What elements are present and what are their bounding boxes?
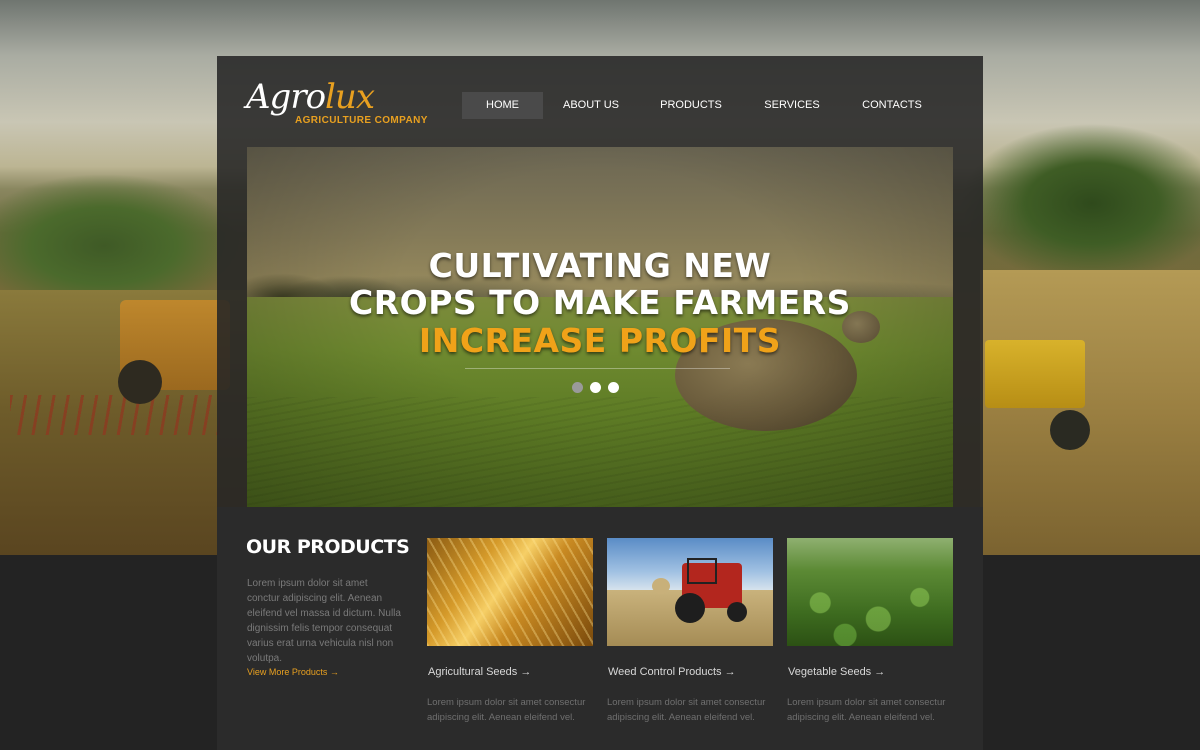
logo-wordmark: Agrolux: [246, 77, 375, 117]
slider-dot-2[interactable]: [590, 382, 601, 393]
product-title-link[interactable]: Agricultural Seeds →: [428, 666, 531, 678]
hero-slider: CULTIVATING NEW CROPS TO MAKE FARMERS IN…: [247, 147, 953, 507]
logo[interactable]: Agrolux AGRICULTURE COMPANY: [246, 77, 428, 128]
product-card-agricultural-seeds: Agricultural Seeds → Lorem ipsum dolor s…: [427, 538, 593, 723]
tractor-image-front-wheel: [727, 602, 747, 622]
product-image-vegetables[interactable]: [787, 538, 953, 646]
main-nav: HOME ABOUT US PRODUCTS SERVICES CONTACTS: [462, 92, 943, 119]
product-card-weed-control: Weed Control Products → Lorem ipsum dolo…: [607, 538, 773, 723]
nav-home[interactable]: HOME: [462, 92, 543, 119]
background-hay-rake: [10, 395, 220, 435]
product-description: Lorem ipsum dolor sit amet consectur adi…: [787, 697, 946, 723]
product-image-wheat[interactable]: [427, 538, 593, 646]
logo-tagline: AGRICULTURE COMPANY: [295, 115, 428, 126]
hero-headline-line1: CULTIVATING NEW: [428, 246, 772, 285]
product-title-link[interactable]: Vegetable Seeds →: [788, 666, 885, 678]
tractor-image-bale: [652, 578, 670, 594]
hero-headline-accent: INCREASE PROFITS: [418, 321, 782, 360]
products-intro-text: Lorem ipsum dolor sit amet conctur adipi…: [247, 578, 401, 664]
background-field-right: [980, 270, 1200, 555]
logo-wordmark-accent: lux: [325, 77, 375, 117]
product-card-vegetable-seeds: Vegetable Seeds → Lorem ipsum dolor sit …: [787, 538, 953, 723]
product-image-tractor[interactable]: [607, 538, 773, 646]
tractor-image-cab: [687, 558, 717, 584]
slider-pagination: [572, 382, 619, 393]
slider-dot-3[interactable]: [608, 382, 619, 393]
nav-services[interactable]: SERVICES: [743, 92, 841, 119]
vegetable-leaves: [787, 538, 953, 646]
tractor-image-rear-wheel: [675, 593, 705, 623]
nav-about-us[interactable]: ABOUT US: [543, 92, 639, 119]
hero-headline-line2: CROPS TO MAKE FARMERS: [349, 283, 851, 322]
background-tractor-wheel: [118, 360, 162, 404]
background-baler: [985, 340, 1085, 408]
nav-products[interactable]: PRODUCTS: [639, 92, 743, 119]
product-title-link[interactable]: Weed Control Products →: [608, 666, 736, 678]
background-baler-wheel: [1050, 410, 1090, 450]
nav-contacts[interactable]: CONTACTS: [841, 92, 943, 119]
product-description: Lorem ipsum dolor sit amet consectur adi…: [427, 697, 586, 723]
product-description: Lorem ipsum dolor sit amet consectur adi…: [607, 697, 766, 723]
wheat-stalks: [427, 538, 593, 646]
products-heading: OUR PRODUCTS: [246, 536, 410, 558]
slider-dot-1[interactable]: [572, 382, 583, 393]
view-more-products-link[interactable]: View More Products →: [247, 667, 339, 677]
hero-divider: [465, 368, 730, 369]
logo-wordmark-plain: Agro: [246, 77, 326, 117]
background-trees-right: [960, 110, 1200, 280]
